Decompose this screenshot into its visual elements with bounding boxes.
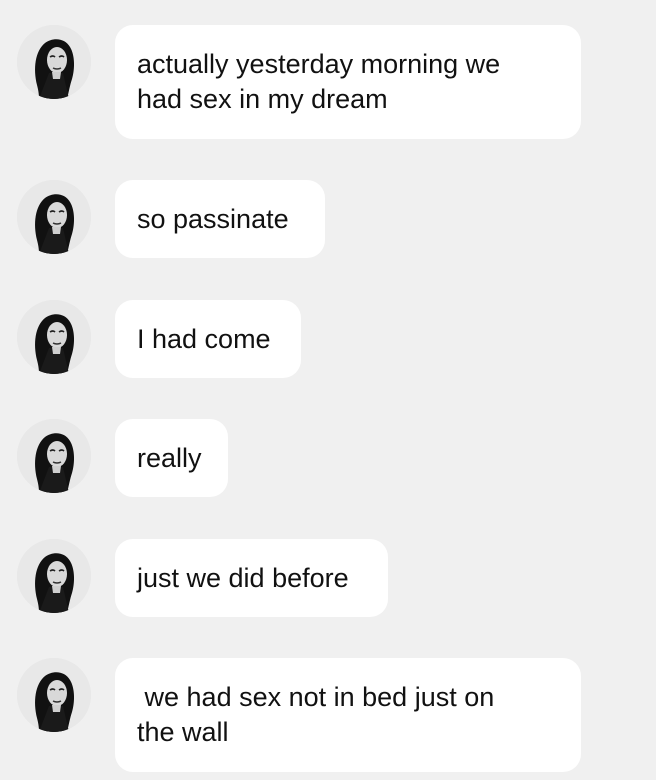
message-text: really (137, 442, 202, 473)
chat-thread: actually yesterday morning we had sex in… (0, 0, 656, 780)
message-text: so passinate (137, 203, 289, 234)
avatar[interactable] (17, 25, 91, 99)
message-text: I had come (137, 323, 271, 354)
woman-portrait-avatar-icon (17, 300, 91, 374)
message-bubble[interactable]: just we did before (115, 539, 388, 617)
message-bubble[interactable]: so passinate (115, 180, 325, 258)
avatar[interactable] (17, 300, 91, 374)
avatar[interactable] (17, 658, 91, 732)
avatar[interactable] (17, 180, 91, 254)
woman-portrait-avatar-icon (17, 539, 91, 613)
message-row: just we did before (0, 539, 656, 617)
message-row: really (0, 419, 656, 497)
message-text: we had sex not in bed just on the wall (137, 682, 495, 747)
message-text: just we did before (137, 562, 349, 593)
message-bubble[interactable]: actually yesterday morning we had sex in… (115, 25, 581, 139)
message-row: so passinate (0, 180, 656, 258)
woman-portrait-avatar-icon (17, 25, 91, 99)
message-bubble[interactable]: I had come (115, 300, 301, 378)
avatar[interactable] (17, 419, 91, 493)
message-row: actually yesterday morning we had sex in… (0, 25, 656, 139)
message-row: we had sex not in bed just on the wall (0, 658, 656, 772)
woman-portrait-avatar-icon (17, 419, 91, 493)
message-bubble[interactable]: really (115, 419, 228, 497)
message-bubble[interactable]: we had sex not in bed just on the wall (115, 658, 581, 772)
avatar[interactable] (17, 539, 91, 613)
woman-portrait-avatar-icon (17, 180, 91, 254)
message-row: I had come (0, 300, 656, 378)
message-text: actually yesterday morning we had sex in… (137, 49, 501, 114)
woman-portrait-avatar-icon (17, 658, 91, 732)
